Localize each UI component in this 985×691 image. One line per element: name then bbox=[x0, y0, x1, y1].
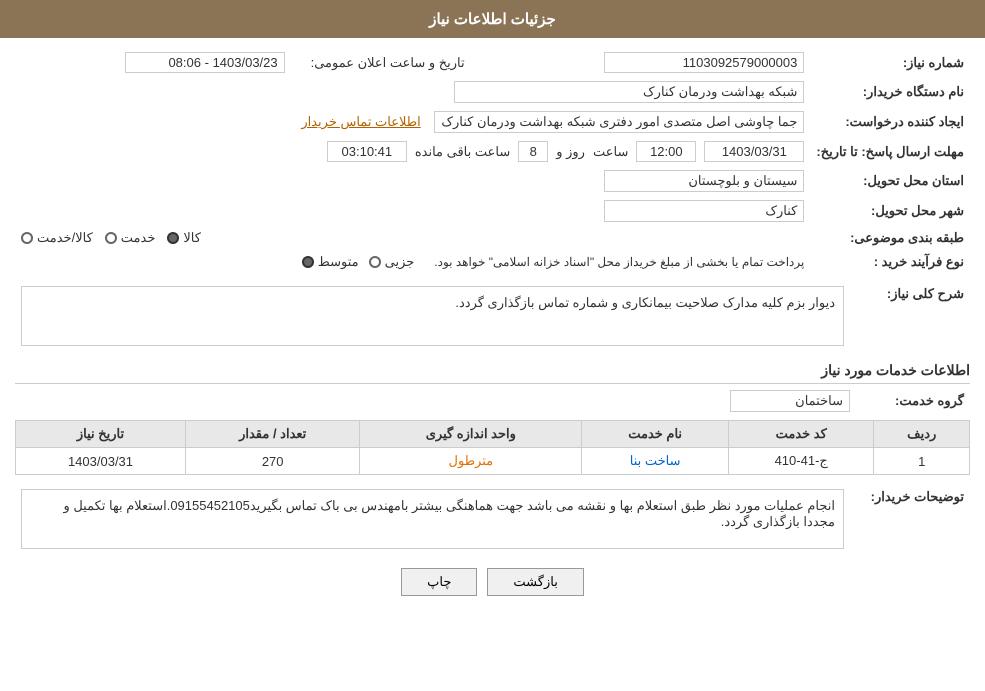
deadline-time-label: ساعت bbox=[593, 144, 628, 160]
buyer-note-section: توضیحات خریدار: انجام عملیات مورد نظر طب… bbox=[15, 485, 970, 553]
page-title: جزئیات اطلاعات نیاز bbox=[429, 11, 556, 28]
main-content: شماره نیاز: 1103092579000003 تاریخ و ساع… bbox=[0, 38, 985, 621]
buyer-org-value: شبکه بهداشت ودرمان کنارک bbox=[454, 81, 804, 103]
purchase-option-medium-label: متوسط bbox=[318, 254, 359, 270]
button-row: بازگشت چاپ bbox=[15, 568, 970, 611]
purchase-radio-medium[interactable] bbox=[302, 256, 314, 268]
services-section-title: اطلاعات خدمات مورد نیاز bbox=[15, 362, 970, 384]
need-number-label: شماره نیاز: bbox=[810, 48, 970, 77]
deadline-date-value: 1403/03/31 bbox=[704, 141, 804, 162]
category-radio-service[interactable] bbox=[105, 232, 117, 244]
category-label: طبقه بندی موضوعی: bbox=[810, 226, 970, 250]
deadline-values-cell: 03:10:41 ساعت باقی مانده 8 روز و ساعت 12… bbox=[15, 137, 810, 166]
province-label: استان محل تحویل: bbox=[810, 166, 970, 196]
services-table-header-row: ردیف کد خدمت نام خدمت واحد اندازه گیری ت… bbox=[16, 421, 970, 448]
page-wrapper: جزئیات اطلاعات نیاز شماره نیاز: 11030925… bbox=[0, 0, 985, 691]
province-value-cell: سیستان و بلوچستان bbox=[15, 166, 810, 196]
need-desc-value-cell: دیوار بزم کلیه مدارک صلاحیت بیمانکاری و … bbox=[15, 282, 850, 350]
category-option-service-goods[interactable]: کالا/خدمت bbox=[21, 230, 93, 246]
col-date: تاریخ نیاز bbox=[16, 421, 186, 448]
purchase-note: پرداخت تمام یا بخشی از مبلغ خریداز محل "… bbox=[434, 255, 804, 269]
col-qty: تعداد / مقدار bbox=[186, 421, 360, 448]
deadline-row: مهلت ارسال پاسخ: تا تاریخ: 03:10:41 ساعت… bbox=[15, 137, 970, 166]
purchase-option-small[interactable]: جزیی bbox=[369, 254, 415, 270]
col-row: ردیف bbox=[874, 421, 970, 448]
col-code: کد خدمت bbox=[728, 421, 873, 448]
need-number-value-cell: 1103092579000003 bbox=[471, 48, 811, 77]
announce-label: تاریخ و ساعت اعلان عمومی: bbox=[291, 48, 471, 77]
city-value: کنارک bbox=[604, 200, 804, 222]
purchase-type-row: نوع فرآیند خرید : متوسط جزیی bbox=[15, 250, 970, 274]
purchase-option-medium[interactable]: متوسط bbox=[302, 254, 359, 270]
cell-unit: مترطول bbox=[360, 448, 582, 475]
contact-link[interactable]: اطلاعات تماس خریدار bbox=[301, 114, 420, 129]
creator-value: جما چاوشی اصل متصدی امور دفتری شبکه بهدا… bbox=[434, 111, 804, 133]
province-value: سیستان و بلوچستان bbox=[604, 170, 804, 192]
need-number-value: 1103092579000003 bbox=[604, 52, 804, 73]
cell-code: ج-41-410 bbox=[728, 448, 873, 475]
deadline-days-label: روز و bbox=[556, 144, 585, 160]
table-row: 1 ج-41-410 ساخت بنا مترطول 270 1403/03/3… bbox=[16, 448, 970, 475]
category-option-goods-label: کالا bbox=[183, 230, 201, 246]
need-desc-label: شرح کلی نیاز: bbox=[850, 282, 970, 306]
deadline-label: مهلت ارسال پاسخ: تا تاریخ: bbox=[810, 137, 970, 166]
category-option-goods[interactable]: کالا bbox=[167, 230, 201, 246]
category-radio-service-goods[interactable] bbox=[21, 232, 33, 244]
cell-row-num: 1 bbox=[874, 448, 970, 475]
buyer-org-label: نام دستگاه خریدار: bbox=[810, 77, 970, 107]
category-radio-goods[interactable] bbox=[167, 232, 179, 244]
page-header: جزئیات اطلاعات نیاز bbox=[0, 0, 985, 38]
category-option-service-label: خدمت bbox=[121, 230, 156, 246]
purchase-radio-small[interactable] bbox=[369, 256, 381, 268]
category-row: طبقه بندی موضوعی: کالا/خدمت خدمت کالا bbox=[15, 226, 970, 250]
deadline-days-value: 8 bbox=[518, 141, 548, 162]
back-button[interactable]: بازگشت bbox=[487, 568, 583, 596]
cell-qty: 270 bbox=[186, 448, 360, 475]
buyer-note-label: توضیحات خریدار: bbox=[850, 485, 970, 509]
service-group-row: گروه خدمت: ساختمان bbox=[15, 390, 970, 412]
deadline-time-value: 12:00 bbox=[636, 141, 696, 162]
category-option-service-goods-label: کالا/خدمت bbox=[37, 230, 93, 246]
deadline-remaining-value: 03:10:41 bbox=[327, 141, 407, 162]
cell-name: ساخت بنا bbox=[582, 448, 729, 475]
need-desc-section: شرح کلی نیاز: دیوار بزم کلیه مدارک صلاحی… bbox=[15, 282, 970, 350]
city-value-cell: کنارک bbox=[15, 196, 810, 226]
city-label: شهر محل تحویل: bbox=[810, 196, 970, 226]
city-row: شهر محل تحویل: کنارک bbox=[15, 196, 970, 226]
col-unit: واحد اندازه گیری bbox=[360, 421, 582, 448]
purchase-type-cell: متوسط جزیی پرداخت تمام یا بخشی از مبلغ خ… bbox=[15, 250, 810, 274]
province-row: استان محل تحویل: سیستان و بلوچستان bbox=[15, 166, 970, 196]
announce-value: 1403/03/23 - 08:06 bbox=[125, 52, 285, 73]
announce-value-cell: 1403/03/23 - 08:06 bbox=[15, 48, 291, 77]
service-group-label: گروه خدمت: bbox=[850, 393, 970, 409]
category-option-service[interactable]: خدمت bbox=[105, 230, 156, 246]
creator-value-cell: جما چاوشی اصل متصدی امور دفتری شبکه بهدا… bbox=[15, 107, 810, 137]
print-button[interactable]: چاپ bbox=[401, 568, 477, 596]
creator-row: ایجاد کننده درخواست: جما چاوشی اصل متصدی… bbox=[15, 107, 970, 137]
need-desc-value: دیوار بزم کلیه مدارک صلاحیت بیمانکاری و … bbox=[21, 286, 844, 346]
service-group-value: ساختمان bbox=[730, 390, 850, 412]
purchase-option-small-label: جزیی bbox=[385, 254, 415, 270]
creator-label: ایجاد کننده درخواست: bbox=[810, 107, 970, 137]
buyer-org-row: نام دستگاه خریدار: شبکه بهداشت ودرمان کن… bbox=[15, 77, 970, 107]
need-number-row: شماره نیاز: 1103092579000003 تاریخ و ساع… bbox=[15, 48, 970, 77]
buyer-note-value-cell: انجام عملیات مورد نظر طبق استعلام بها و … bbox=[15, 485, 850, 553]
deadline-remaining-label: ساعت باقی مانده bbox=[415, 144, 510, 160]
info-table: شماره نیاز: 1103092579000003 تاریخ و ساع… bbox=[15, 48, 970, 274]
services-table-head: ردیف کد خدمت نام خدمت واحد اندازه گیری ت… bbox=[16, 421, 970, 448]
category-options-cell: کالا/خدمت خدمت کالا bbox=[15, 226, 810, 250]
cell-date: 1403/03/31 bbox=[16, 448, 186, 475]
col-name: نام خدمت bbox=[582, 421, 729, 448]
services-table-body: 1 ج-41-410 ساخت بنا مترطول 270 1403/03/3… bbox=[16, 448, 970, 475]
services-table: ردیف کد خدمت نام خدمت واحد اندازه گیری ت… bbox=[15, 420, 970, 475]
purchase-type-label: نوع فرآیند خرید : bbox=[810, 250, 970, 274]
buyer-note-value: انجام عملیات مورد نظر طبق استعلام بها و … bbox=[21, 489, 844, 549]
buyer-org-value-cell: شبکه بهداشت ودرمان کنارک bbox=[15, 77, 810, 107]
